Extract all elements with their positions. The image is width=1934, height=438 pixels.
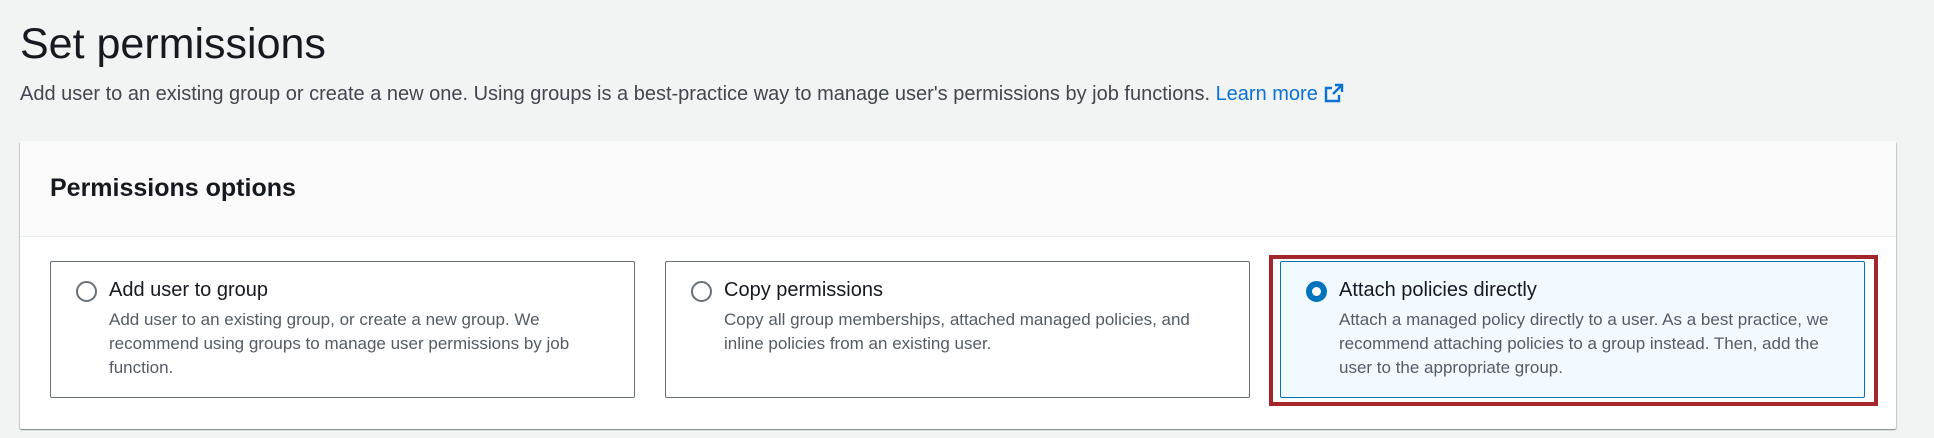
option-label: Add user to group: [109, 279, 268, 301]
radio-copy-permissions[interactable]: [691, 281, 712, 302]
option-description: Attach a managed policy directly to a us…: [1339, 310, 1829, 377]
permissions-options-header: Permissions options: [20, 141, 1896, 237]
option-attach-policies-directly[interactable]: Attach policies directly Attach a manage…: [1280, 261, 1865, 398]
option-description: Copy all group memberships, attached man…: [724, 310, 1190, 353]
option-copy-permissions[interactable]: Copy permissions Copy all group membersh…: [665, 261, 1250, 398]
option-add-user-to-group[interactable]: Add user to group Add user to an existin…: [50, 261, 635, 398]
permissions-options-title: Permissions options: [50, 174, 296, 202]
radio-add-user-to-group[interactable]: [76, 281, 97, 302]
page-title: Set permissions: [20, 20, 326, 68]
external-link-icon[interactable]: [1324, 83, 1344, 103]
option-description: Add user to an existing group, or create…: [109, 310, 570, 377]
learn-more-link[interactable]: Learn more: [1216, 83, 1344, 105]
page-description: Add user to an existing group or create …: [20, 80, 1344, 108]
page-description-text: Add user to an existing group or create …: [20, 83, 1210, 105]
learn-more-label[interactable]: Learn more: [1216, 83, 1318, 105]
radio-attach-policies-directly[interactable]: [1306, 281, 1327, 302]
option-label: Attach policies directly: [1339, 279, 1537, 301]
permissions-options-panel: Permissions options Add user to group Ad…: [20, 141, 1896, 429]
option-label: Copy permissions: [724, 279, 883, 301]
